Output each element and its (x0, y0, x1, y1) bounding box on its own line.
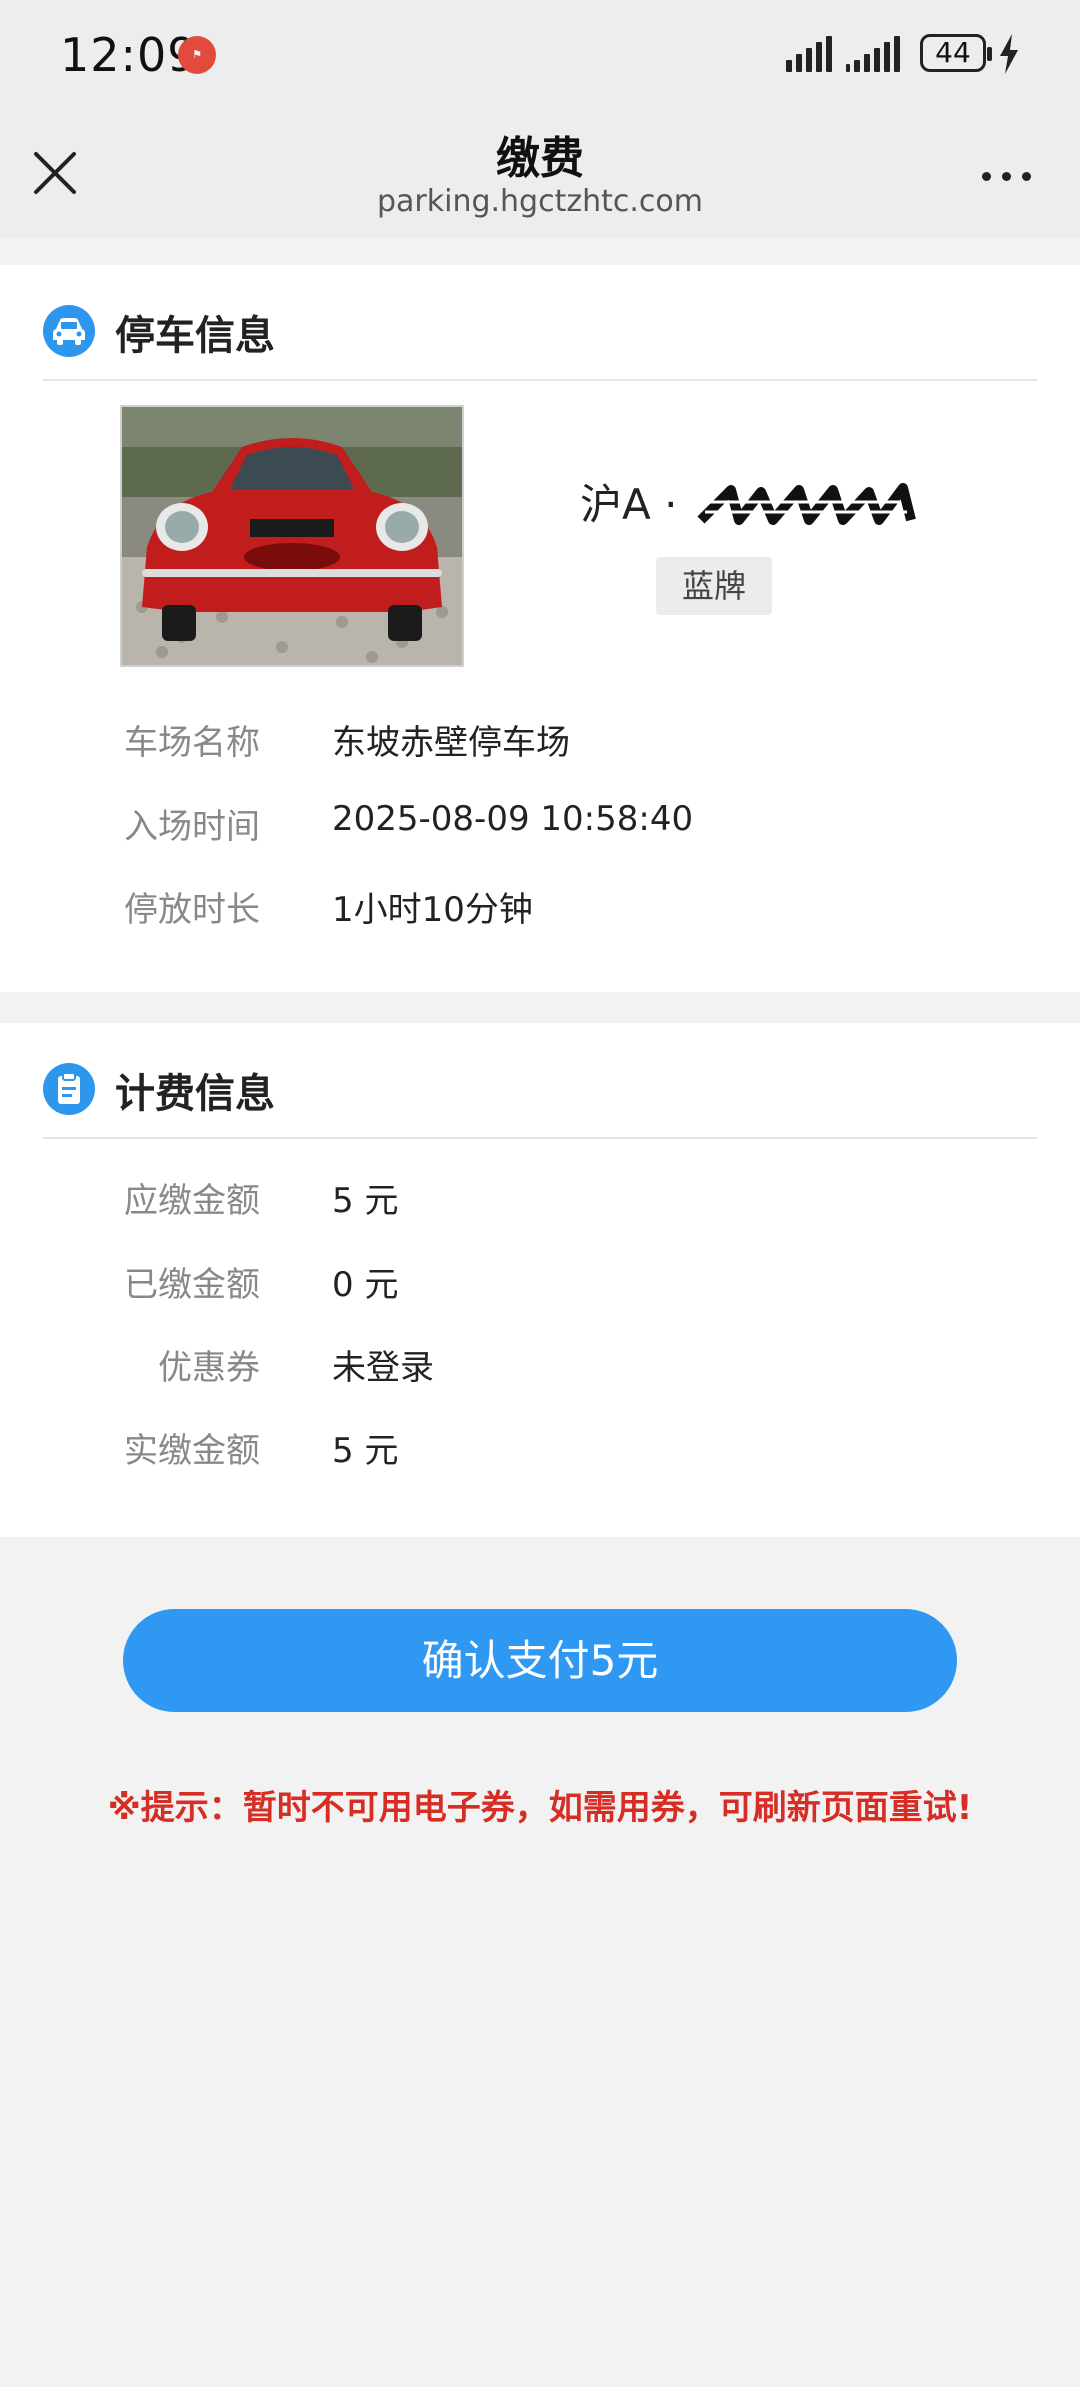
signal-2-icon (846, 36, 902, 72)
row-value: 5 元 (332, 1181, 399, 1221)
parking-info-header: 停车信息 (43, 265, 1037, 381)
tip-text: ※提示：暂时不可用电子券，如需用券，可刷新页面重试! (107, 1788, 973, 1828)
row-label: 已缴金额 (124, 1265, 260, 1305)
row-value: 2025-08-09 10:58:40 (332, 799, 694, 839)
more-icon (982, 172, 991, 181)
row-label: 优惠券 (158, 1348, 260, 1388)
more-icon-dot (1002, 172, 1011, 181)
charging-icon (1000, 34, 1018, 74)
more-icon-dot (1022, 172, 1031, 181)
row-label: 实缴金额 (124, 1431, 260, 1471)
parking-info-title: 停车信息 (115, 313, 275, 359)
fee-info-card: 计费信息 应缴金额 5 元 已缴金额 0 元 优惠券 未登录 实缴金额 5 元 (0, 1023, 1080, 1537)
notification-badge-icon: ⚑ (178, 36, 216, 74)
parking-info-card: 停车信息 沪A · 蓝牌 车场名称 东坡赤壁停车场 入场时间 2025-08-0… (0, 265, 1080, 992)
info-row-lot: 车场名称 东坡赤壁停车场 (0, 715, 1080, 775)
info-row-duration: 停放时长 1小时10分钟 (0, 882, 1080, 942)
confirm-pay-button[interactable]: 确认支付5元 (123, 1609, 957, 1712)
row-value: 1小时10分钟 (332, 890, 533, 930)
row-value: 东坡赤壁停车场 (332, 723, 570, 763)
fee-info-header: 计费信息 (43, 1023, 1037, 1139)
row-label: 停放时长 (124, 890, 260, 930)
info-row-entry-time: 入场时间 2025-08-09 10:58:40 (0, 799, 1080, 859)
car-icon (43, 305, 95, 357)
fee-row-paid: 已缴金额 0 元 (0, 1257, 1080, 1317)
status-time: 12:09 (60, 28, 198, 82)
fee-info-title: 计费信息 (115, 1071, 275, 1117)
plate-type-badge: 蓝牌 (656, 557, 772, 615)
status-bar: 12:09 ⚑ 44 (0, 0, 1080, 110)
page-url: parking.hgctzhtc.com (376, 184, 703, 219)
battery-indicator: 44 (920, 34, 992, 72)
fee-row-actual: 实缴金额 5 元 (0, 1423, 1080, 1483)
more-button[interactable] (978, 160, 1038, 190)
row-value: 未登录 (332, 1348, 434, 1388)
fee-row-payable: 应缴金额 5 元 (0, 1173, 1080, 1233)
signal-icon (786, 36, 832, 72)
plate-redaction (697, 482, 916, 525)
row-value: 5 元 (332, 1431, 399, 1471)
car-photo (120, 405, 464, 667)
license-plate-prefix: 沪A · (580, 480, 691, 529)
license-plate: 沪A · (580, 471, 921, 536)
fee-row-coupon: 优惠券 未登录 (0, 1340, 1080, 1400)
clipboard-icon (43, 1063, 95, 1115)
row-label: 入场时间 (124, 807, 260, 847)
row-value: 0 元 (332, 1265, 399, 1305)
nav-bar: 缴费 parking.hgctzhtc.com (0, 110, 1080, 238)
row-label: 车场名称 (124, 723, 260, 763)
page-title: 缴费 (496, 133, 584, 184)
row-label: 应缴金额 (124, 1181, 260, 1221)
